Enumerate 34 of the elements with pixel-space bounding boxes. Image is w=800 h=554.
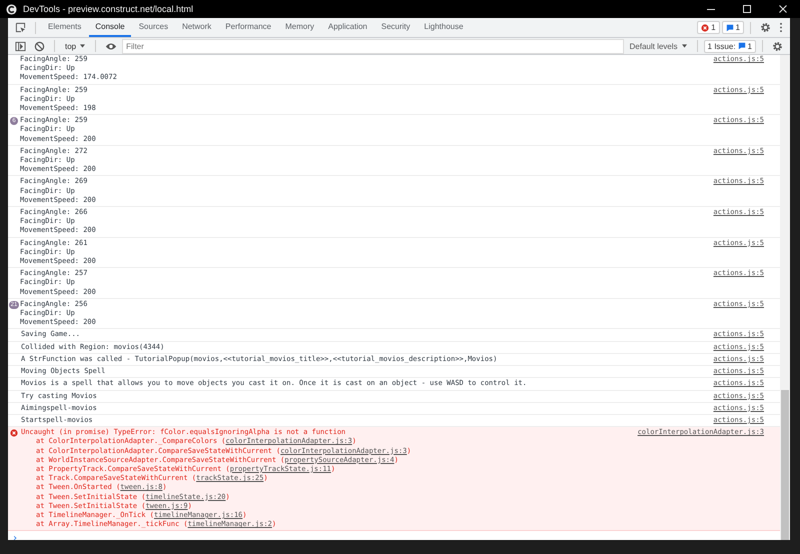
context-dropdown[interactable]: top [61,42,90,50]
panel-tab[interactable]: Application [322,18,374,37]
clear-console-icon[interactable] [34,40,45,52]
panel-tab[interactable]: Lighthouse [418,18,470,37]
c-logo-icon [6,4,17,14]
maximize-icon[interactable] [742,4,752,14]
message-icon [738,42,746,50]
sidebar-toggle-icon[interactable] [15,40,26,52]
panel-tab[interactable]: Elements [42,18,88,37]
console-prompt[interactable]: › [12,534,18,540]
more-options-icon[interactable] [779,22,783,33]
panel-tab[interactable]: Performance [219,18,278,37]
panel-tab[interactable]: Memory [279,18,320,37]
close-icon[interactable] [778,4,788,14]
issues-button[interactable]: 1 Issue: 1 [704,40,756,52]
panel-tab[interactable]: Network [176,18,218,37]
panel-tab[interactable]: Security [375,18,416,37]
log-levels-dropdown[interactable]: Default levels [626,42,691,50]
scrollbar-thumb[interactable] [781,390,789,540]
error-icon [701,24,710,32]
caret-icon [682,44,687,48]
error-counter[interactable]: 1 [697,21,720,34]
filter-field[interactable]: Filter [122,38,624,54]
error-icon [10,429,18,438]
settings-icon[interactable] [760,22,771,33]
caret-icon [80,44,86,48]
inspect-element-icon[interactable] [15,22,26,33]
settings-icon[interactable] [772,40,783,52]
message-counter[interactable]: 1 [722,21,744,34]
scrollbar[interactable] [780,55,790,540]
message-icon [726,24,734,32]
panel-tab[interactable]: Sources [132,18,174,37]
eye-icon[interactable] [105,42,118,50]
window-title: DevTools - preview.construct.net/local.html [23,4,194,14]
